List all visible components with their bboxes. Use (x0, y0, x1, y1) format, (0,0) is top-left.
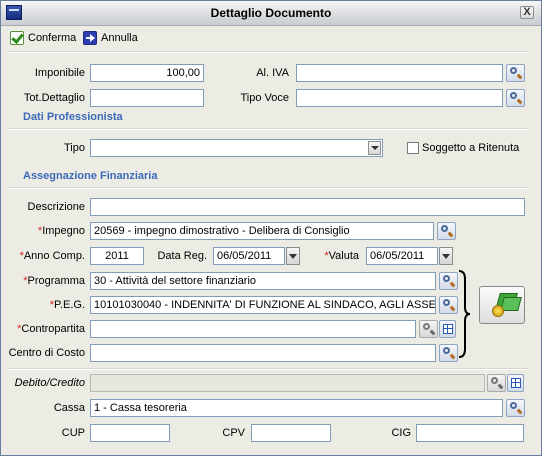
valuta-label-text: Valuta (328, 250, 359, 262)
descrizione-field[interactable] (90, 198, 525, 216)
confirm-button[interactable]: Conferma (10, 30, 76, 46)
tot-dettaglio-label: Tot.Dettaglio (23, 92, 85, 104)
data-reg-field[interactable]: 06/05/2011 (213, 247, 285, 265)
centro-costo-search-icon[interactable] (439, 344, 458, 362)
tipo-label: Tipo (64, 142, 85, 154)
debito-credito-label: Debito/Credito (14, 377, 85, 389)
peg-label: *P.E.G. (9, 299, 85, 311)
al-iva-search-icon[interactable] (506, 64, 525, 82)
cancel-button[interactable]: Annulla (83, 30, 138, 46)
ritenuta-label: Soggetto a Ritenuta (422, 142, 520, 154)
debito-credito-table-icon[interactable] (507, 374, 524, 392)
chevron-down-icon[interactable] (368, 141, 381, 155)
descrizione-label: Descrizione (27, 201, 85, 213)
anno-comp-label-text: Anno Comp. (23, 250, 85, 262)
tipo-voce-search-icon[interactable] (506, 89, 525, 107)
peg-search-icon[interactable] (439, 296, 458, 314)
valuta-label: *Valuta (301, 250, 359, 262)
impegno-search-icon[interactable] (437, 222, 456, 240)
centro-costo-label: Centro di Costo (8, 347, 85, 359)
imponibile-label: Imponibile (34, 67, 85, 79)
toolbar: Conferma Annulla (1, 25, 541, 51)
window-title: Dettaglio Documento (210, 6, 332, 20)
cassa-field[interactable]: 1 - Cassa tesoreria (90, 399, 503, 417)
anno-comp-field[interactable]: 2011 (90, 247, 144, 265)
dialog-window: Dettaglio Documento X Conferma Annulla I… (0, 0, 542, 456)
section-title-finanziaria: Assegnazione Finanziaria (23, 170, 158, 182)
contropartita-label: *Contropartita (5, 323, 85, 335)
debito-credito-search-icon[interactable] (487, 374, 506, 392)
cig-label: CIG (391, 427, 411, 439)
section-divider (7, 187, 528, 189)
contropartita-label-text: Contropartita (21, 323, 85, 335)
confirm-label: Conferma (28, 32, 77, 44)
cig-field[interactable] (416, 424, 524, 442)
checkmark-icon (10, 31, 24, 45)
tipo-voce-label: Tipo Voce (240, 92, 289, 104)
anno-comp-label: *Anno Comp. (9, 250, 85, 262)
valuta-calendar-dropdown-icon[interactable] (439, 247, 453, 265)
group-brace (458, 270, 471, 358)
programma-search-icon[interactable] (439, 272, 458, 290)
peg-label-text: P.E.G. (54, 299, 85, 311)
arrow-right-icon (83, 31, 97, 45)
impegno-field[interactable]: 20569 - impegno dimostrativo - Delibera … (90, 222, 434, 240)
section-divider (7, 128, 528, 130)
imponibile-field[interactable]: 100,00 (90, 64, 204, 82)
assign-funds-button[interactable] (479, 286, 525, 324)
cassa-label: Cassa (53, 402, 85, 414)
programma-field[interactable]: 30 - Attività del settore finanziario (90, 272, 436, 290)
cassa-search-icon[interactable] (506, 399, 525, 417)
ritenuta-checkbox[interactable] (407, 142, 419, 154)
contropartita-search-icon[interactable] (419, 320, 438, 338)
valuta-field[interactable]: 06/05/2011 (366, 247, 438, 265)
al-iva-label: Al. IVA (256, 67, 289, 79)
title-bar: Dettaglio Documento X (1, 1, 541, 26)
section-title-professionista: Dati Professionista (23, 111, 123, 123)
cpv-field[interactable] (251, 424, 331, 442)
impegno-label: *Impegno (9, 225, 85, 237)
cancel-label: Annulla (101, 32, 138, 44)
data-reg-calendar-dropdown-icon[interactable] (286, 247, 300, 265)
cup-field[interactable] (90, 424, 170, 442)
tipo-select[interactable] (90, 139, 383, 157)
programma-label-text: Programma (27, 275, 85, 287)
data-reg-label: Data Reg. (157, 250, 207, 262)
toolbar-divider (7, 51, 528, 53)
al-iva-field[interactable] (296, 64, 503, 82)
close-button[interactable]: X (520, 6, 534, 19)
coin-icon (492, 305, 504, 317)
programma-label: *Programma (9, 275, 85, 287)
section-divider (7, 368, 528, 370)
debito-credito-field (90, 374, 485, 392)
peg-field[interactable]: 10101030040 - INDENNITA' DI FUNZIONE AL … (90, 296, 436, 314)
centro-costo-field[interactable] (90, 344, 436, 362)
contropartita-table-icon[interactable] (439, 320, 456, 338)
contropartita-field[interactable] (90, 320, 416, 338)
cpv-label: CPV (222, 427, 245, 439)
impegno-label-text: Impegno (42, 225, 85, 237)
cup-label: CUP (61, 427, 85, 439)
tot-dettaglio-field[interactable] (90, 89, 204, 107)
tipo-voce-field[interactable] (296, 89, 503, 107)
